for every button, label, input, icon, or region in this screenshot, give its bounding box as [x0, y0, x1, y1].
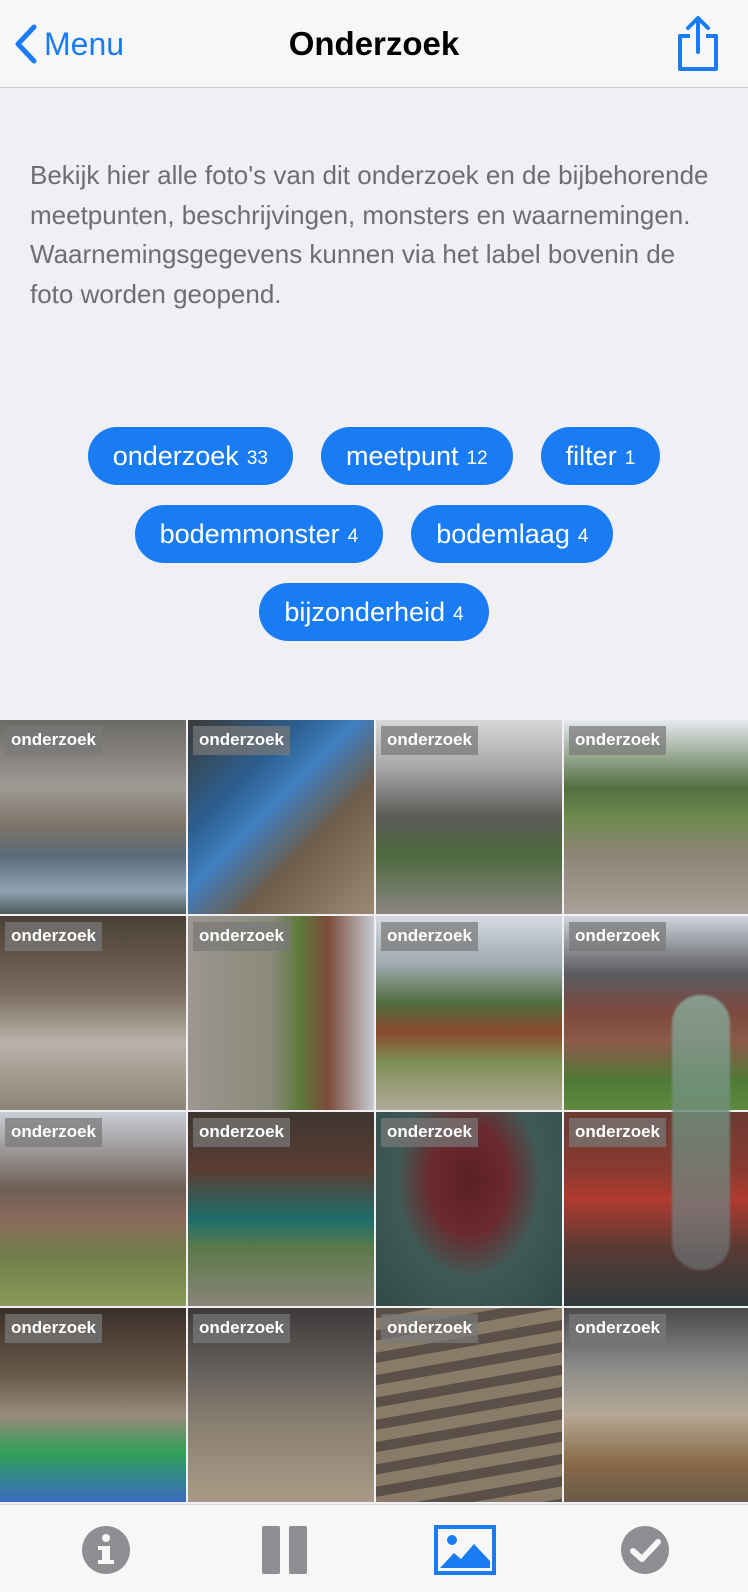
- photo-thumbnail[interactable]: onderzoek: [0, 1308, 186, 1502]
- intro-text: Bekijk hier alle foto's van dit onderzoe…: [30, 160, 709, 309]
- photo-thumbnail[interactable]: onderzoek: [564, 720, 748, 914]
- chip-count: 1: [624, 448, 636, 469]
- tab-bar: [0, 1504, 748, 1592]
- photo-grid: onderzoek onderzoek onderzoek onderzoek …: [0, 720, 748, 1504]
- scroll-indicator[interactable]: [672, 995, 730, 1270]
- photo-tag[interactable]: onderzoek: [569, 726, 667, 755]
- photo-tag[interactable]: onderzoek: [193, 726, 291, 755]
- chip-label: meetpunt: [345, 440, 459, 471]
- photo-tag[interactable]: onderzoek: [193, 1118, 291, 1147]
- photo-thumbnail[interactable]: onderzoek: [188, 1112, 374, 1306]
- photo-thumbnail[interactable]: onderzoek: [0, 916, 186, 1110]
- chip-label: bodemlaag: [436, 518, 570, 549]
- filter-chip-bodemmonster[interactable]: bodemmonster 4: [134, 505, 384, 563]
- photo-thumbnail[interactable]: onderzoek: [376, 720, 562, 914]
- photo-thumbnail[interactable]: onderzoek: [376, 916, 562, 1110]
- photo-tag[interactable]: onderzoek: [5, 1314, 103, 1343]
- photo-thumbnail[interactable]: onderzoek: [0, 1112, 186, 1306]
- photo-tag[interactable]: onderzoek: [381, 726, 479, 755]
- photo-tag[interactable]: onderzoek: [569, 922, 667, 951]
- tab-photos[interactable]: [434, 1525, 496, 1575]
- photo-tag[interactable]: onderzoek: [5, 726, 103, 755]
- photo-tag[interactable]: onderzoek: [5, 922, 103, 951]
- filter-chip-meetpunt[interactable]: meetpunt 12: [320, 427, 513, 485]
- photo-icon: [434, 1525, 496, 1575]
- photo-thumbnail[interactable]: onderzoek: [188, 720, 374, 914]
- photo-tag[interactable]: onderzoek: [193, 922, 291, 951]
- tab-check[interactable]: [620, 1525, 670, 1575]
- chip-count: 4: [577, 526, 589, 547]
- photo-thumbnail[interactable]: onderzoek: [376, 1308, 562, 1502]
- filter-chip-filter[interactable]: filter 1: [540, 427, 661, 485]
- columns-icon: [262, 1526, 307, 1574]
- filter-chips: onderzoek 33 meetpunt 12 filter 1 bodemm…: [40, 427, 708, 641]
- filter-chip-bodemlaag[interactable]: bodemlaag 4: [411, 505, 614, 563]
- filter-chip-bijzonderheid[interactable]: bijzonderheid 4: [259, 583, 489, 641]
- photo-tag[interactable]: onderzoek: [381, 922, 479, 951]
- tab-info[interactable]: [80, 1525, 132, 1575]
- photo-tag[interactable]: onderzoek: [193, 1314, 291, 1343]
- chip-count: 4: [347, 526, 359, 547]
- checkmark-circle-icon: [621, 1526, 669, 1574]
- photo-thumbnail[interactable]: onderzoek: [0, 720, 186, 914]
- chip-count: 33: [246, 448, 268, 469]
- chip-label: bodemmonster: [159, 518, 340, 549]
- chip-label: filter: [565, 440, 617, 471]
- photo-thumbnail[interactable]: onderzoek: [188, 916, 374, 1110]
- navigation-bar: Menu Onderzoek: [0, 0, 748, 88]
- photo-thumbnail[interactable]: onderzoek: [188, 1308, 374, 1502]
- page-title: Onderzoek: [288, 25, 460, 62]
- photo-tag[interactable]: onderzoek: [569, 1118, 667, 1147]
- chip-count: 12: [466, 448, 488, 469]
- chip-label: bijzonderheid: [284, 596, 446, 627]
- filter-chip-onderzoek[interactable]: onderzoek 33: [87, 427, 293, 485]
- photo-tag[interactable]: onderzoek: [381, 1314, 479, 1343]
- chip-label: onderzoek: [112, 440, 239, 471]
- photo-tag[interactable]: onderzoek: [569, 1314, 667, 1343]
- tab-columns[interactable]: [260, 1525, 310, 1575]
- photo-thumbnail[interactable]: onderzoek: [564, 1308, 748, 1502]
- photo-tag[interactable]: onderzoek: [381, 1118, 479, 1147]
- photo-thumbnail[interactable]: onderzoek: [376, 1112, 562, 1306]
- share-icon: [678, 16, 718, 71]
- photo-tag[interactable]: onderzoek: [5, 1118, 103, 1147]
- chip-count: 4: [453, 604, 464, 625]
- share-button[interactable]: [674, 16, 722, 72]
- info-icon: [82, 1526, 130, 1574]
